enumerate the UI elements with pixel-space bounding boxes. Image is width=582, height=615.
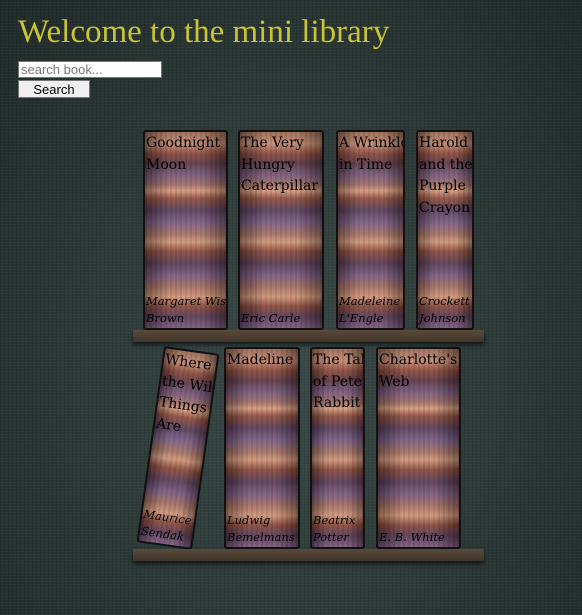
book-harold-and-the-purple-crayon[interactable]: Harold and the Purple Crayon Crockett Jo…	[416, 130, 474, 330]
book-author: Madeleine L'Engle	[339, 294, 401, 325]
search-button[interactable]: Search	[18, 80, 90, 98]
book-a-wrinkle-in-time[interactable]: A Wrinkle in Time Madeleine L'Engle	[336, 130, 405, 330]
book-author: Ludwig Bemelmans	[227, 513, 295, 544]
book-title: The Very Hungry Caterpillar	[241, 135, 319, 194]
book-author: Margaret Wise Brown	[146, 294, 228, 325]
book-author: Maurice Sendak	[140, 506, 193, 544]
book-author: Beatrix Potter	[313, 513, 356, 544]
book-title: Where the Wild Things Are	[155, 351, 220, 435]
page-title: Welcome to the mini library	[18, 14, 390, 50]
book-goodnight-moon[interactable]: Goodnight Moon Margaret Wise Brown	[143, 130, 228, 330]
book-the-very-hungry-caterpillar[interactable]: The Very Hungry Caterpillar Eric Carle	[238, 130, 324, 330]
book-title: Goodnight Moon	[146, 135, 221, 173]
book-the-tale-of-peter-rabbit[interactable]: The Tale of Peter Rabbit Beatrix Potter	[310, 347, 365, 549]
book-author: Eric Carle	[241, 311, 301, 325]
book-title: Charlotte's Web	[379, 352, 458, 390]
book-charlottes-web[interactable]: Charlotte's Web E. B. White	[376, 347, 461, 549]
book-madeline[interactable]: Madeline Ludwig Bemelmans	[224, 347, 300, 549]
shelf-top	[133, 330, 484, 342]
search-input[interactable]	[18, 61, 162, 78]
book-title: Madeline	[227, 352, 294, 368]
book-title: Harold and the Purple Crayon	[419, 135, 473, 216]
book-author: E. B. White	[379, 530, 445, 544]
book-author: Crockett Johnson	[419, 294, 470, 325]
shelf-bottom	[133, 549, 484, 561]
book-where-the-wild-things-are[interactable]: Where the Wild Things Are Maurice Sendak	[136, 346, 220, 550]
book-title: The Tale of Peter Rabbit	[313, 352, 365, 411]
book-title: A Wrinkle in Time	[339, 135, 405, 173]
